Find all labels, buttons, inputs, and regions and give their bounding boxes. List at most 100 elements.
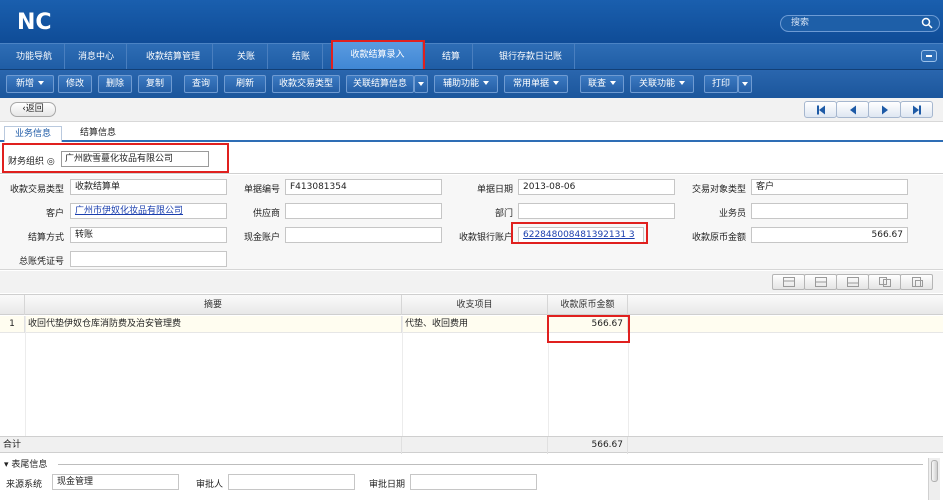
delete-button[interactable]: 删除 <box>98 75 132 93</box>
source-label: 来源系统 <box>6 480 43 490</box>
last-icon <box>912 105 921 114</box>
source-field[interactable]: 现金管理 <box>52 474 179 490</box>
paste-row-button[interactable] <box>900 274 933 290</box>
total-item-blank <box>402 437 548 454</box>
link-query-label: 联查 <box>587 79 606 89</box>
chevron-down-icon <box>679 81 685 85</box>
row-item[interactable]: 代垫、收回费用 <box>402 316 548 333</box>
search-icon[interactable] <box>921 17 933 29</box>
grid-header-item: 收支项目 <box>402 295 548 315</box>
dept-label: 部门 <box>494 209 513 219</box>
nav-bank-journal[interactable]: 银行存款日记账 <box>487 44 576 70</box>
aux-functions-button[interactable]: 辅助功能 <box>434 75 498 93</box>
row-amount[interactable]: 566.67 <box>548 316 628 333</box>
first-record-button[interactable] <box>804 101 837 118</box>
cash-account-label: 现金账户 <box>243 233 280 243</box>
voucher-field[interactable] <box>70 251 227 267</box>
refresh-button[interactable]: 刷新 <box>224 75 266 93</box>
salesman-field[interactable] <box>751 203 908 219</box>
related-functions-button[interactable]: 关联功能 <box>630 75 694 93</box>
approve-date-label: 审批日期 <box>368 480 405 490</box>
grid-header-summary: 摘要 <box>25 295 402 315</box>
org-field[interactable]: 广州欧雪蔓化妆品有限公司 <box>61 151 209 167</box>
cash-account-field[interactable] <box>285 227 442 243</box>
grid-divider <box>548 316 549 436</box>
delete-row-button[interactable] <box>836 274 869 290</box>
query-button[interactable]: 查询 <box>184 75 218 93</box>
edit-button[interactable]: 修改 <box>58 75 92 93</box>
party-type-field[interactable]: 客户 <box>751 179 908 195</box>
chevron-down-icon <box>610 81 616 85</box>
link-query-button[interactable]: 联查 <box>580 75 624 93</box>
add-button[interactable]: 新增 <box>6 75 54 93</box>
header-form: 收款交易类型 收款结算单 单据编号 F413081354 单据日期 2013-0… <box>0 175 943 270</box>
add-row-icon <box>782 277 795 287</box>
grid-divider <box>25 316 26 436</box>
bill-date-label: 单据日期 <box>476 185 513 195</box>
nav-receipt-settlement-entry[interactable]: 收款结算录入 <box>331 40 425 72</box>
dept-field[interactable] <box>518 203 675 219</box>
nav-settle-account[interactable]: 结账 <box>280 44 324 70</box>
prev-record-button[interactable] <box>836 101 869 118</box>
insert-row-button[interactable] <box>804 274 837 290</box>
customer-label: 客户 <box>45 209 64 219</box>
customer-field[interactable]: 广州市伊奴化妆品有限公司 <box>70 203 227 219</box>
org-row: 财务组织 ◎ 广州欧雪蔓化妆品有限公司 <box>0 143 943 174</box>
salesman-label: 业务员 <box>718 209 746 219</box>
print-dropdown[interactable] <box>738 75 752 93</box>
chevron-down-icon <box>483 81 489 85</box>
approve-date-field[interactable] <box>410 474 537 490</box>
settle-method-field[interactable]: 转账 <box>70 227 227 243</box>
bill-date-field[interactable]: 2013-08-06 <box>518 179 675 195</box>
nav-close-account[interactable]: 关账 <box>225 44 269 70</box>
collapse-icon[interactable] <box>921 50 937 62</box>
footer-divider <box>58 464 923 465</box>
copy-button[interactable]: 复制 <box>138 75 172 93</box>
supplier-label: 供应商 <box>252 209 280 219</box>
copy-row-button[interactable] <box>868 274 901 290</box>
bill-no-field[interactable]: F413081354 <box>285 179 442 195</box>
search-input[interactable]: 搜索 <box>780 15 940 32</box>
grid-header-rownum <box>0 295 25 315</box>
add-row-button[interactable] <box>772 274 805 290</box>
row-number: 1 <box>0 316 25 333</box>
trade-type-label: 收款交易类型 <box>9 185 64 195</box>
related-settlement-button[interactable]: 关联结算信息 <box>346 75 414 93</box>
nav-function-guide[interactable]: 功能导航 <box>4 44 66 70</box>
common-docs-button[interactable]: 常用单据 <box>504 75 568 93</box>
nav-settlement[interactable]: 结算 <box>430 44 474 70</box>
common-docs-label: 常用单据 <box>512 79 549 89</box>
nav-message-center[interactable]: 消息中心 <box>66 44 128 70</box>
add-button-label: 新增 <box>15 79 34 89</box>
nav-receipt-settlement-mgmt[interactable]: 收款结算管理 <box>134 44 214 70</box>
scrollbar-thumb[interactable] <box>931 460 938 482</box>
print-button[interactable]: 打印 <box>704 75 738 93</box>
grid-header: 摘要 收支项目 收款原币金额 <box>0 295 943 315</box>
party-type-label: 交易对象类型 <box>691 185 746 195</box>
copy-row-icon <box>878 277 891 287</box>
trade-type-field[interactable]: 收款结算单 <box>70 179 227 195</box>
vertical-scrollbar[interactable] <box>928 458 940 500</box>
table-row[interactable]: 1 收回代垫伊奴仓库消防费及治安管理费 代垫、收回费用 566.67 <box>0 316 943 333</box>
bank-account-label: 收款银行账户 <box>458 233 513 243</box>
bank-account-field[interactable]: 622848008481392131 3 <box>518 227 644 243</box>
back-button[interactable]: ‹返回 <box>10 102 56 117</box>
tab-settlement-info[interactable]: 结算信息 <box>70 126 126 142</box>
search-placeholder: 搜索 <box>791 18 810 28</box>
row-summary[interactable]: 收回代垫伊奴仓库消防费及治安管理费 <box>25 316 402 333</box>
main-nav: 功能导航 消息中心 收款结算管理 关账 结账 收款结算录入 结算 银行存款日记账 <box>0 40 943 72</box>
last-record-button[interactable] <box>900 101 933 118</box>
paste-row-icon <box>911 277 923 287</box>
footer-form: 来源系统 现金管理 审批人 审批日期 <box>0 471 943 500</box>
orig-amount-field[interactable]: 566.67 <box>751 227 908 243</box>
approver-field[interactable] <box>228 474 355 490</box>
related-settlement-dropdown[interactable] <box>414 75 428 93</box>
next-record-button[interactable] <box>868 101 901 118</box>
orig-amount-label: 收款原币金额 <box>691 233 746 243</box>
footer-section-header[interactable]: ▾ 表尾信息 <box>0 454 943 470</box>
tab-business-info[interactable]: 业务信息 <box>4 126 63 142</box>
supplier-field[interactable] <box>285 203 442 219</box>
record-pager <box>804 101 933 118</box>
receipt-trade-type-button[interactable]: 收款交易类型 <box>272 75 340 93</box>
grid-header-amount: 收款原币金额 <box>548 295 628 315</box>
